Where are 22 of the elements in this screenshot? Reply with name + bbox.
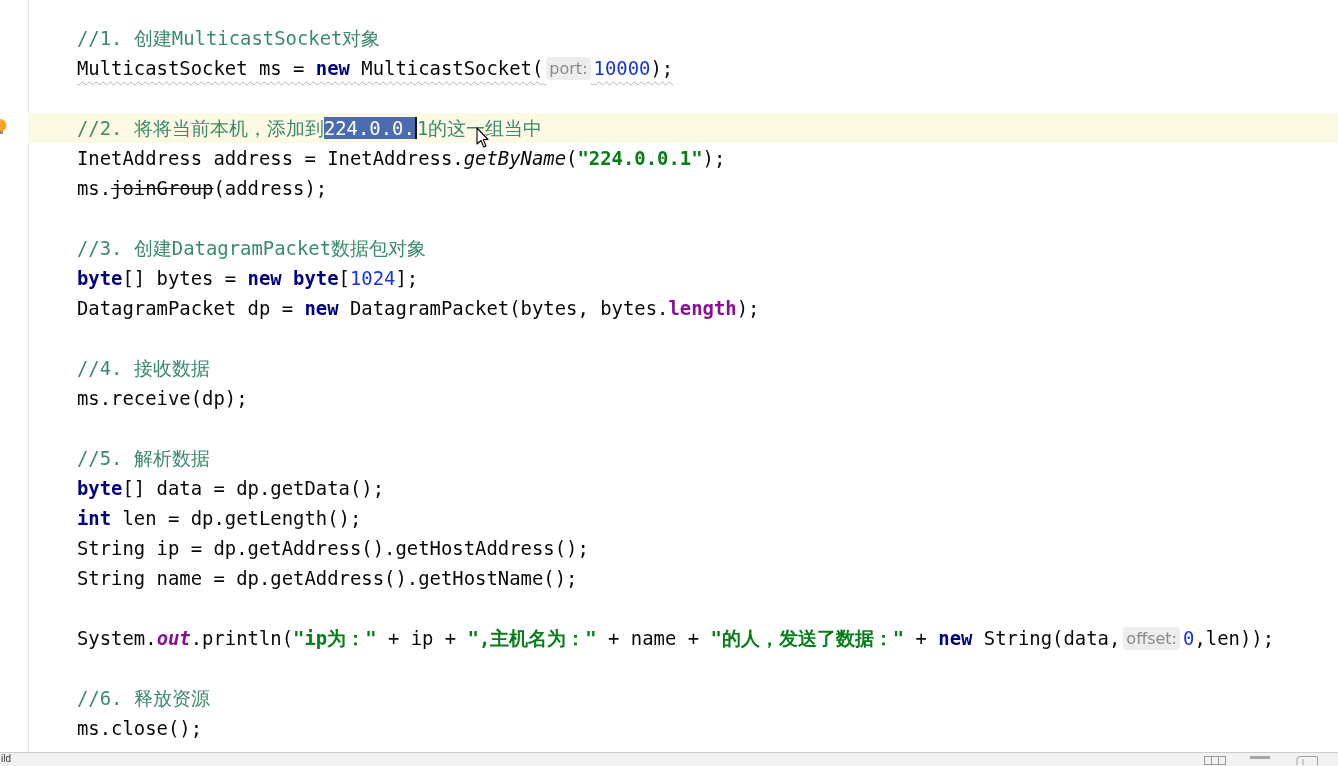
code-line: ms.close(); [77, 716, 203, 741]
code-line: String name = dp.getAddress().getHostName(); [77, 566, 578, 591]
code-line: ms.joinGroup(address); [77, 176, 328, 201]
grid-icon[interactable] [1204, 756, 1226, 765]
code-line: DatagramPacket dp = new DatagramPacket(bytes, bytes.length); [77, 296, 760, 321]
code-line: int len = dp.getLength(); [77, 506, 362, 531]
code-comment: //3. 创建DatagramPacket数据包对象 [77, 236, 427, 261]
code-line: byte[] bytes = new byte[1024]; [77, 266, 419, 291]
code-line: InetAddress address = InetAddress.getByName("224.0.0.1"); [77, 146, 726, 171]
code-comment: //2. 将将当前本机，添加到224.0.0.1的这一组当中 [28, 113, 1338, 143]
code-comment: //6. 释放资源 [77, 686, 210, 711]
code-line: String ip = dp.getAddress().getHostAddress(); [77, 536, 589, 561]
code-line: MulticastSocket ms = new MulticastSocket( port: 10000); [77, 56, 674, 82]
lightbulb-icon[interactable] [0, 118, 7, 134]
code-comment: //4. 接收数据 [77, 356, 210, 381]
status-text: ild [0, 753, 11, 765]
code-line: byte[] data = dp.getData(); [77, 476, 385, 501]
code-line: System.out.println("ip为：" + ip + ",主机名为：" + name + "的人，发送了数据：" + new String(data, offset: 0,len)); [77, 626, 1274, 652]
code-comment: //1. 创建MulticastSocket对象 [77, 26, 381, 51]
code-line: ms.receive(dp); [77, 386, 248, 411]
window-icon[interactable] [1294, 756, 1318, 765]
code-comment: //5. 解析数据 [77, 446, 210, 471]
